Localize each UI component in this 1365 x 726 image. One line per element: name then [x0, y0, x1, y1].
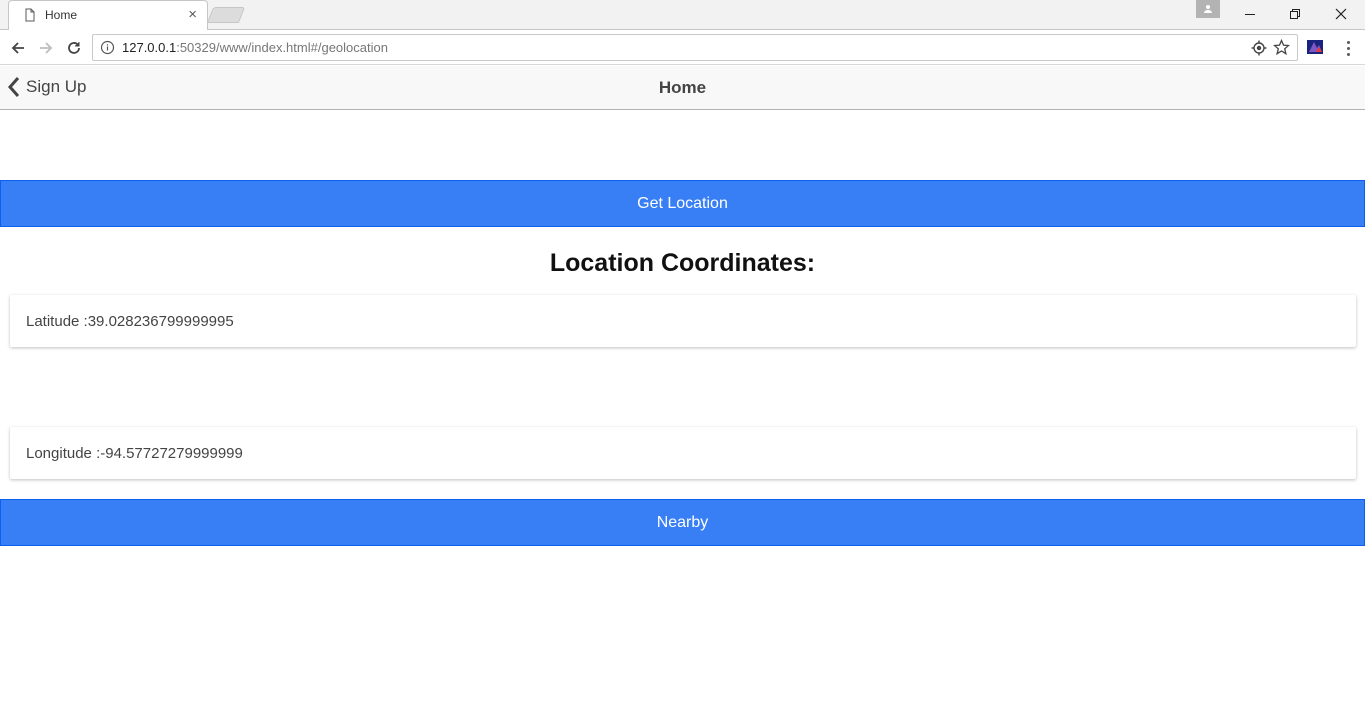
coordinates-heading: Location Coordinates:	[549, 249, 816, 277]
longitude-text: Longitude :-94.57727279999999	[26, 445, 243, 462]
longitude-card: Longitude :-94.57727279999999	[10, 427, 1356, 479]
browser-tab[interactable]: Home ×	[8, 0, 208, 30]
browser-toolbar: 127.0.0.1:50329/www/index.html#/geolocat…	[0, 30, 1365, 65]
browser-titlebar: Home ×	[0, 0, 1365, 30]
arrow-left-icon[interactable]	[6, 36, 30, 60]
tab-close-icon[interactable]: ×	[188, 6, 197, 23]
profile-icon[interactable]	[1196, 0, 1220, 18]
restore-icon[interactable]	[1272, 0, 1318, 28]
url-text: 127.0.0.1:50329/www/index.html#/geolocat…	[122, 40, 388, 55]
url-host: 127.0.0.1	[122, 40, 177, 55]
nearby-button[interactable]: Nearby	[0, 499, 1365, 546]
arrow-right-icon[interactable]	[34, 36, 58, 60]
new-tab-button[interactable]	[206, 7, 246, 23]
latitude-text: Latitude :39.028236799999995	[26, 313, 234, 330]
get-location-label: Get Location	[637, 194, 728, 212]
get-location-button[interactable]: Get Location	[0, 180, 1365, 227]
address-bar[interactable]: 127.0.0.1:50329/www/index.html#/geolocat…	[92, 34, 1298, 61]
tab-title: Home	[45, 8, 78, 22]
location-icon[interactable]	[1251, 40, 1267, 56]
nearby-label: Nearby	[656, 513, 709, 531]
page-title: Home	[658, 78, 707, 97]
page-icon	[25, 8, 35, 22]
minimize-icon[interactable]	[1227, 0, 1273, 28]
extension-icon[interactable]	[1306, 38, 1324, 56]
url-path: :50329/www/index.html#/geolocation	[176, 40, 388, 55]
star-icon[interactable]	[1273, 39, 1290, 56]
window-close-icon[interactable]	[1318, 0, 1364, 28]
kebab-menu-icon[interactable]	[1340, 38, 1356, 58]
info-icon[interactable]	[100, 40, 115, 55]
app-header: Sign Up Home	[0, 66, 1365, 110]
latitude-card: Latitude :39.028236799999995	[10, 295, 1356, 347]
reload-icon[interactable]	[62, 36, 86, 60]
